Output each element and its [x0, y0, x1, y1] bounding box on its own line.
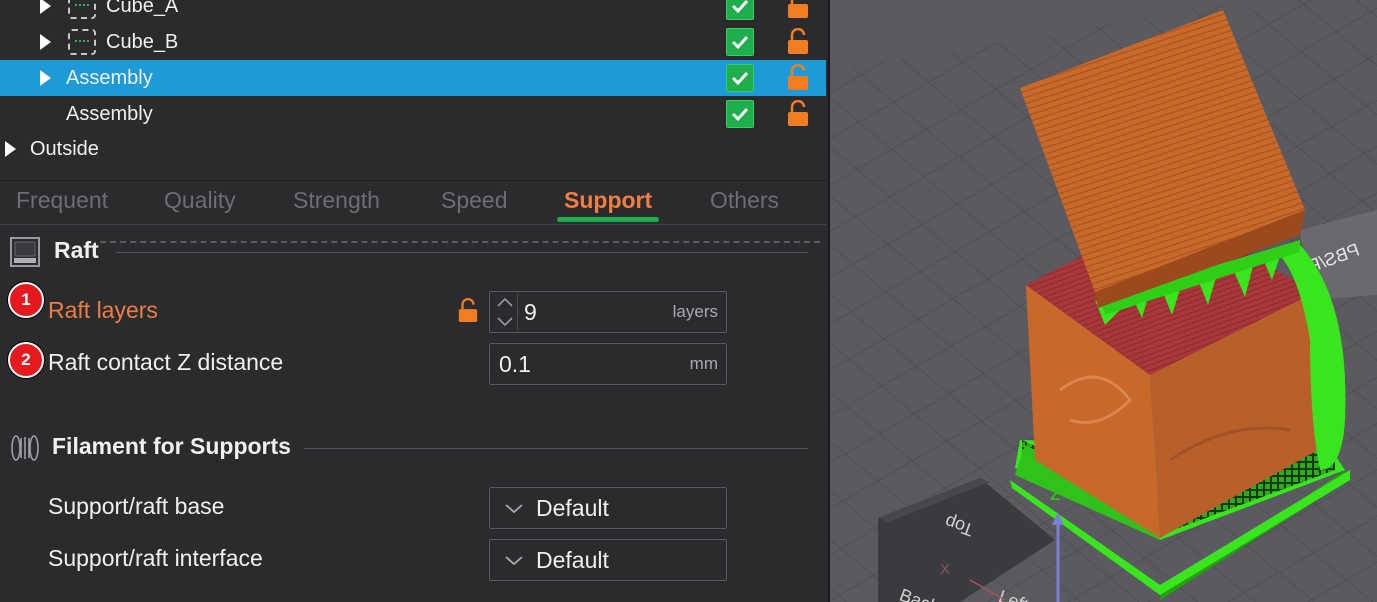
tree-item-label: Cube_B: [106, 31, 179, 53]
unlocked-icon[interactable]: [786, 28, 810, 56]
unlocked-icon[interactable]: [786, 0, 810, 20]
settings-panel: Cube_A Cube_B Assembly Assembly Outside …: [0, 0, 828, 602]
expand-arrow-icon[interactable]: [5, 141, 16, 157]
support-raft-base-dropdown[interactable]: Default: [489, 487, 727, 529]
raft-layers-spinner[interactable]: 9 layers: [489, 291, 727, 333]
expand-arrow-icon[interactable]: [40, 0, 51, 14]
visible-checkbox-icon[interactable]: [726, 64, 754, 92]
raft-layers-unit: layers: [672, 302, 718, 321]
tree-row-cube-a[interactable]: Cube_A: [0, 0, 826, 24]
support-raft-base-label: Support/raft base: [48, 493, 225, 519]
tree-item-label: Assembly: [66, 67, 153, 89]
unlocked-icon[interactable]: [786, 64, 810, 92]
tree-item-label: Assembly: [66, 103, 153, 125]
tab-others[interactable]: Others: [710, 184, 779, 216]
tree-row-assembly-selected[interactable]: Assembly: [0, 60, 826, 96]
expand-arrow-icon[interactable]: [40, 70, 51, 86]
chevron-down-icon: [505, 556, 523, 566]
visible-checkbox-icon[interactable]: [726, 28, 754, 56]
z-axis-label: Z: [1050, 487, 1060, 504]
raft-layers-label: Raft layers: [48, 297, 158, 323]
spin-arrows-icon[interactable]: [492, 294, 518, 330]
raft-contact-z-value: 0.1: [499, 351, 531, 377]
visible-checkbox-icon[interactable]: [726, 0, 754, 20]
chevron-down-icon: [505, 504, 523, 514]
tree-row-outside[interactable]: Outside: [0, 131, 826, 167]
tree-row-cube-b[interactable]: Cube_B: [0, 24, 826, 60]
tree-item-label: Cube_A: [106, 0, 179, 17]
x-axis-label: X: [940, 561, 950, 578]
support-raft-base-value: Default: [536, 495, 609, 521]
visible-checkbox-icon[interactable]: [726, 100, 754, 128]
tab-frequent[interactable]: Frequent: [16, 184, 108, 216]
tree-row-assembly[interactable]: Assembly: [0, 96, 826, 132]
raft-section-title: Raft: [54, 237, 99, 263]
filament-spool-icon: [11, 435, 39, 461]
tab-quality[interactable]: Quality: [164, 184, 236, 216]
mesh-part-icon: [68, 29, 96, 55]
raft-layers-value: 9: [524, 299, 537, 325]
unlocked-icon[interactable]: [786, 100, 810, 128]
raft-contact-z-input[interactable]: 0.1 mm: [489, 343, 727, 385]
support-raft-interface-value: Default: [536, 547, 609, 573]
support-raft-interface-dropdown[interactable]: Default: [489, 539, 727, 581]
tree-separator: [0, 180, 826, 181]
tabs-divider: [0, 224, 826, 225]
filament-section-title: Filament for Supports: [52, 433, 291, 459]
support-raft-interface-label: Support/raft interface: [48, 545, 263, 571]
section-divider: [304, 448, 808, 449]
3d-viewport[interactable]: PBS/PE Z Top Back Left X: [830, 0, 1377, 602]
tab-speed[interactable]: Speed: [441, 184, 508, 216]
tab-strength[interactable]: Strength: [293, 184, 380, 216]
mesh-part-icon: [68, 0, 96, 19]
active-tab-indicator: [557, 217, 659, 222]
step-badge-1: 1: [8, 282, 44, 318]
step-badge-2: 2: [8, 342, 44, 378]
raft-contact-z-label: Raft contact Z distance: [48, 349, 284, 375]
expand-arrow-icon[interactable]: [40, 34, 51, 50]
section-divider: [116, 252, 808, 253]
section-dashed-divider: [100, 241, 820, 243]
raft-icon: [10, 237, 40, 267]
tab-support[interactable]: Support: [564, 184, 652, 216]
unlocked-icon[interactable]: [457, 298, 479, 324]
tree-item-label: Outside: [30, 138, 99, 160]
raft-contact-z-unit: mm: [689, 354, 718, 373]
